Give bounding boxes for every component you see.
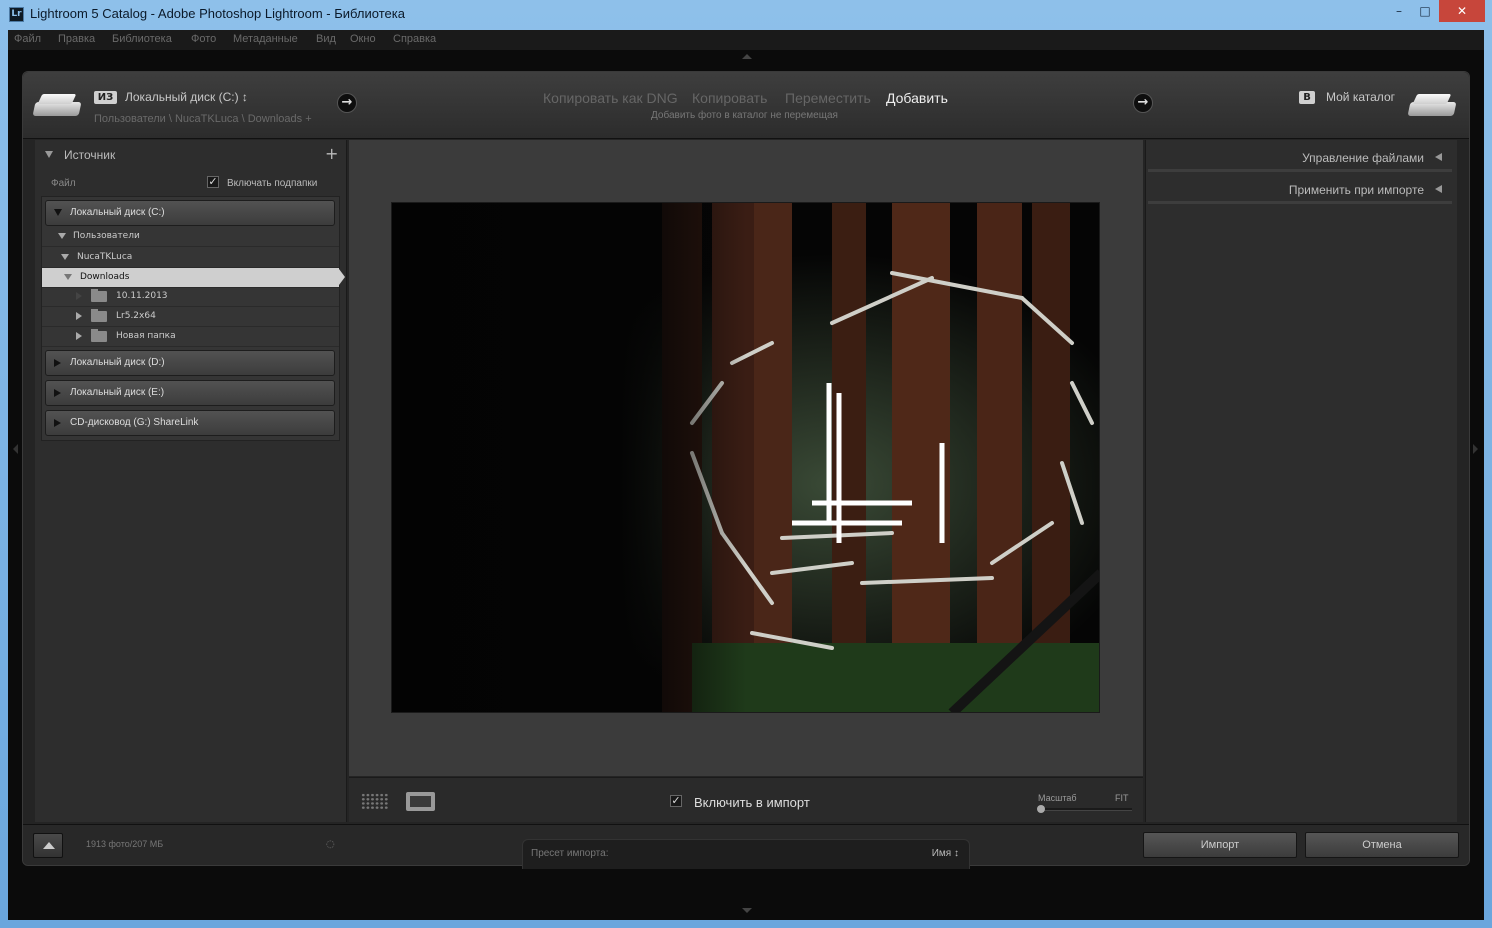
preset-label: Пресет импорта:	[531, 848, 609, 859]
tree-row-label: NucaTKLuca	[77, 252, 133, 262]
collapse-left-icon[interactable]	[13, 444, 18, 454]
lightroom-icon: Lr	[9, 7, 24, 22]
maximize-button[interactable]: □	[1412, 0, 1438, 22]
tree-row-folder[interactable]: Новая папка	[42, 327, 339, 347]
arrow-right-icon: →	[1133, 93, 1153, 113]
tree-row-label: Пользователи	[73, 231, 140, 241]
expand-left-icon	[1435, 185, 1442, 193]
loading-spinner-icon: ◌	[326, 839, 335, 850]
expand-icon	[76, 312, 82, 320]
minimize-button[interactable]: –	[1386, 0, 1412, 22]
import-preset-bar[interactable]: Пресет импорта: Имя ↕	[522, 839, 970, 869]
volume-e[interactable]: Локальный диск (E:)	[45, 380, 335, 406]
zoom-slider-thumb[interactable]	[1037, 805, 1045, 813]
folder-icon	[91, 309, 107, 322]
arrow-right-icon: →	[337, 93, 357, 113]
include-import-label[interactable]: Включить в импорт	[694, 795, 810, 810]
folder-icon	[91, 289, 107, 302]
destination-drive-icon	[1407, 92, 1457, 118]
photo-preview[interactable]	[391, 202, 1100, 713]
mode-move[interactable]: Переместить	[785, 90, 871, 106]
destination-catalog[interactable]: Мой каталог	[1326, 90, 1395, 104]
source-panel-title[interactable]: Источник	[64, 148, 115, 162]
mode-copy[interactable]: Копировать	[692, 90, 767, 106]
menu-photo[interactable]: Фото	[191, 33, 216, 45]
right-panel	[1145, 140, 1457, 822]
tree-row-label: Lr5.2x64	[116, 311, 156, 321]
volume-label: Локальный диск (D:)	[70, 357, 165, 368]
menu-view[interactable]: Вид	[316, 33, 336, 45]
window-title: Lightroom 5 Catalog - Adobe Photoshop Li…	[30, 6, 405, 21]
section-title: Применить при импорте	[1288, 183, 1424, 197]
mode-copy-dng[interactable]: Копировать как DNG	[543, 90, 678, 106]
source-path[interactable]: Пользователи \ NucaTKLuca \ Downloads +	[94, 113, 312, 125]
menu-help[interactable]: Справка	[393, 33, 436, 45]
expand-icon	[76, 292, 82, 300]
include-subfolders-checkbox[interactable]: ✓	[207, 176, 219, 188]
tree-row-label: Новая папка	[116, 331, 176, 341]
volume-c[interactable]: Локальный диск (C:)	[45, 200, 335, 226]
grid-view-icon[interactable]	[361, 793, 389, 810]
forest-photo	[392, 203, 1099, 712]
menu-metadata[interactable]: Метаданные	[233, 33, 298, 45]
volume-label: Локальный диск (E:)	[70, 387, 165, 398]
fit-label: FIT	[1115, 793, 1129, 803]
tree-row-folder[interactable]: 10.11.2013	[42, 287, 339, 307]
menu-bar: Файл Правка Библиотека Фото Метаданные В…	[8, 30, 1484, 50]
volume-d[interactable]: Локальный диск (D:)	[45, 350, 335, 376]
tree-row-user[interactable]: NucaTKLuca	[42, 248, 339, 268]
expand-icon	[76, 332, 82, 340]
preset-dropdown[interactable]: Имя ↕	[932, 848, 959, 859]
source-selector[interactable]: Локальный диск (C:) ↕	[125, 90, 248, 104]
close-button[interactable]: ✕	[1439, 0, 1485, 22]
file-handling-section[interactable]: Управление файлами	[1148, 142, 1452, 172]
mode-description: Добавить фото в каталог не перемещая	[651, 110, 838, 121]
file-label: Файл	[51, 178, 76, 189]
tree-row-users[interactable]: Пользователи	[42, 227, 339, 247]
loupe-view-icon[interactable]	[406, 792, 435, 811]
menu-file[interactable]: Файл	[14, 33, 41, 45]
import-button[interactable]: Импорт	[1143, 832, 1297, 858]
mode-add[interactable]: Добавить	[886, 90, 948, 106]
expand-icon	[54, 209, 62, 216]
section-title: Управление файлами	[1302, 151, 1424, 165]
expand-icon	[61, 254, 69, 260]
tree-row-downloads[interactable]: Downloads	[42, 268, 339, 288]
zoom-slider[interactable]	[1038, 808, 1132, 811]
volume-label: CD-дисковод (G:) ShareLink	[70, 417, 199, 428]
collapse-bottom-icon[interactable]	[742, 908, 752, 913]
include-import-checkbox[interactable]: ✓	[670, 795, 682, 807]
expand-dialog-button[interactable]	[33, 833, 63, 858]
selection-pointer	[339, 269, 345, 285]
apply-during-import-section[interactable]: Применить при импорте	[1148, 174, 1452, 204]
volume-label: Локальный диск (C:)	[70, 207, 165, 218]
collapse-down-icon[interactable]	[45, 151, 53, 158]
expand-icon	[54, 359, 61, 367]
menu-library[interactable]: Библиотека	[112, 33, 172, 45]
cancel-button[interactable]: Отмена	[1305, 832, 1459, 858]
menu-edit[interactable]: Правка	[58, 33, 95, 45]
from-tag: ИЗ	[94, 91, 117, 104]
folder-icon	[91, 329, 107, 342]
menu-window[interactable]: Окно	[350, 33, 376, 45]
include-subfolders-label[interactable]: Включать подпапки	[227, 178, 317, 189]
expand-icon	[64, 274, 72, 280]
source-drive-icon	[32, 92, 82, 118]
collapse-right-icon[interactable]	[1473, 444, 1478, 454]
expand-icon	[58, 233, 66, 239]
expand-left-icon	[1435, 153, 1442, 161]
collapse-top-icon[interactable]	[742, 54, 752, 59]
photo-count: 1913 фото/207 МБ	[86, 839, 164, 849]
add-source-icon[interactable]: +	[325, 144, 338, 163]
volume-g[interactable]: CD-дисковод (G:) ShareLink	[45, 410, 335, 436]
tree-row-folder[interactable]: Lr5.2x64	[42, 307, 339, 327]
tree-row-label: Downloads	[80, 272, 130, 282]
zoom-label: Масштаб	[1038, 793, 1077, 803]
tree-row-label: 10.11.2013	[116, 291, 168, 301]
title-bar: Lr Lightroom 5 Catalog - Adobe Photoshop…	[0, 0, 1492, 30]
expand-icon	[54, 419, 61, 427]
expand-icon	[54, 389, 61, 397]
to-tag: В	[1299, 91, 1315, 104]
